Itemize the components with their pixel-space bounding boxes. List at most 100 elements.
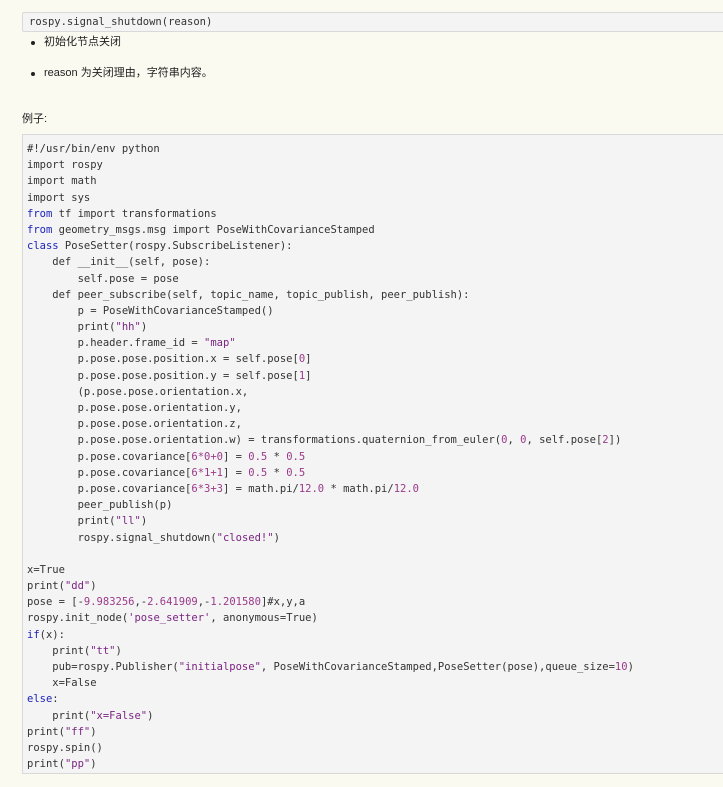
code-token: )	[627, 661, 634, 673]
code-line: rospy.signal_shutdown("closed!")	[27, 530, 723, 546]
code-token: p.pose.pose.position.y = self.pose[	[27, 369, 299, 382]
code-token: ] = math.pi/	[222, 482, 299, 495]
code-token: def peer_subscribe(self, topic_name, top…	[27, 288, 470, 301]
code-token: * math.pi/	[324, 482, 394, 495]
code-token: ]	[305, 353, 312, 366]
code-token: "dd"	[64, 580, 91, 593]
code-token: *	[267, 466, 287, 479]
code-token: class	[27, 240, 59, 253]
code-line: #!/usr/bin/env python	[27, 141, 723, 157]
code-token: 2.641909	[147, 596, 198, 609]
code-token: PoseSetter(rospy.SubscribeListener):	[58, 240, 293, 253]
code-token: ]	[305, 369, 312, 382]
code-line: print("ll")	[27, 513, 723, 529]
code-line: x=False	[27, 675, 723, 691]
code-token: )	[90, 758, 97, 771]
code-line: else:	[27, 691, 723, 707]
code-token: print(	[27, 321, 116, 334]
code-token: print(	[27, 709, 91, 722]
code-token: )	[140, 515, 148, 528]
code-token: p.pose.covariance[	[27, 466, 192, 479]
code-token: "hh"	[115, 321, 141, 334]
code-token: 0.5	[286, 450, 306, 463]
code-token: #!/usr/bin/env python	[27, 143, 160, 155]
code-line: x=True	[27, 562, 723, 578]
code-token: import rospy	[27, 159, 103, 172]
code-token: print(	[27, 644, 91, 657]
code-line: print("tt")	[27, 643, 723, 659]
code-block: #!/usr/bin/env python import rospy import …	[22, 134, 723, 774]
description-item: reason 为关闭理由，字符串内容。	[28, 65, 213, 81]
code-token: from	[27, 223, 53, 236]
code-line: p.header.frame_id = "map"	[27, 335, 723, 351]
code-token: 'pose_setter'	[128, 612, 211, 625]
code-token: 6*3+3	[191, 482, 223, 495]
code-token: )	[90, 580, 97, 593]
code-line: p = PoseWithCovarianceStamped()	[27, 303, 723, 319]
code-token: 0.5	[248, 450, 268, 463]
code-token: rospy.spin()	[27, 741, 103, 754]
code-line: (p.pose.pose.orientation.x,	[27, 384, 723, 400]
code-token: print(	[27, 515, 116, 528]
code-line: p.pose.covariance[6*1+1] = 0.5 * 0.5	[27, 465, 723, 481]
code-token: 12.0	[298, 482, 325, 495]
code-line: p.pose.pose.orientation.z,	[27, 416, 723, 432]
code-token: "map"	[204, 337, 236, 350]
code-token: ]#x,y,a	[260, 596, 306, 609]
code-token: "closed!"	[216, 531, 274, 544]
code-token: p.pose.covariance[	[27, 482, 192, 495]
code-token: )	[90, 725, 97, 738]
code-line: import rospy	[27, 157, 723, 173]
code-line: rospy.spin()	[27, 740, 723, 756]
code-token: (p.pose.pose.orientation.x,	[27, 385, 249, 398]
code-line: p.pose.covariance[6*3+3] = math.pi/12.0 …	[27, 481, 723, 497]
code-token: tf import transformations	[52, 207, 217, 220]
code-token: 1.201580	[210, 596, 261, 609]
code-line: class PoseSetter(rospy.SubscribeListener…	[27, 238, 723, 254]
code-token: )	[147, 709, 154, 722]
code-token: "pp"	[64, 758, 91, 771]
code-token: "ll"	[115, 515, 141, 528]
code-token: (x):	[39, 628, 65, 641]
code-line: self.pose = pose	[27, 271, 723, 287]
code-token: 10	[614, 661, 628, 673]
code-token: , self.pose[	[526, 434, 603, 447]
code-token: 0.5	[286, 466, 306, 479]
code-token: p.pose.pose.orientation.w) = transformat…	[27, 434, 502, 447]
code-token: , PoseWithCovarianceStamped,PoseSetter(p…	[260, 661, 615, 673]
code-line: p.pose.pose.position.x = self.pose[0]	[27, 351, 723, 367]
code-token: "x=False"	[90, 709, 148, 722]
code-token: 6*1+1	[191, 466, 223, 479]
code-token: :	[52, 693, 59, 706]
code-line: if(x):	[27, 627, 723, 643]
code-token: ] =	[222, 450, 249, 463]
code-token: )	[273, 531, 280, 544]
code-token: , anonymous=True)	[210, 612, 318, 625]
code-line: rospy.init_node('pose_setter', anonymous…	[27, 610, 723, 626]
code-token: 0.5	[248, 466, 268, 479]
code-token: self.pose = pose	[27, 272, 179, 285]
code-token: ,	[507, 434, 521, 447]
code-line: import sys	[27, 190, 723, 206]
example-heading: 例子:	[22, 113, 48, 125]
code-token: pub=rospy.Publisher(	[27, 661, 179, 673]
code-token: "ff"	[64, 725, 91, 738]
code-token: p.pose.covariance[	[27, 450, 192, 463]
code-token: ,-	[197, 596, 211, 609]
code-line: p.pose.pose.position.y = self.pose[1]	[27, 368, 723, 384]
code-token: p = PoseWithCovarianceStamped()	[27, 304, 274, 317]
code-token: "tt"	[90, 644, 116, 657]
code-token: import math	[27, 175, 97, 188]
code-token: *	[267, 450, 287, 463]
code-token: else	[27, 693, 53, 706]
code-token: import sys	[27, 191, 91, 204]
code-token: pose = [-	[27, 596, 84, 609]
code-token: geometry_msgs.msg import PoseWithCovaria…	[52, 223, 375, 236]
code-token: )	[115, 644, 122, 657]
code-token: "initialpose"	[178, 661, 261, 673]
code-token: ,-	[134, 596, 148, 609]
code-token: p.header.frame_id =	[27, 337, 205, 350]
code-token: print(	[27, 758, 65, 771]
code-token: ])	[608, 434, 622, 447]
